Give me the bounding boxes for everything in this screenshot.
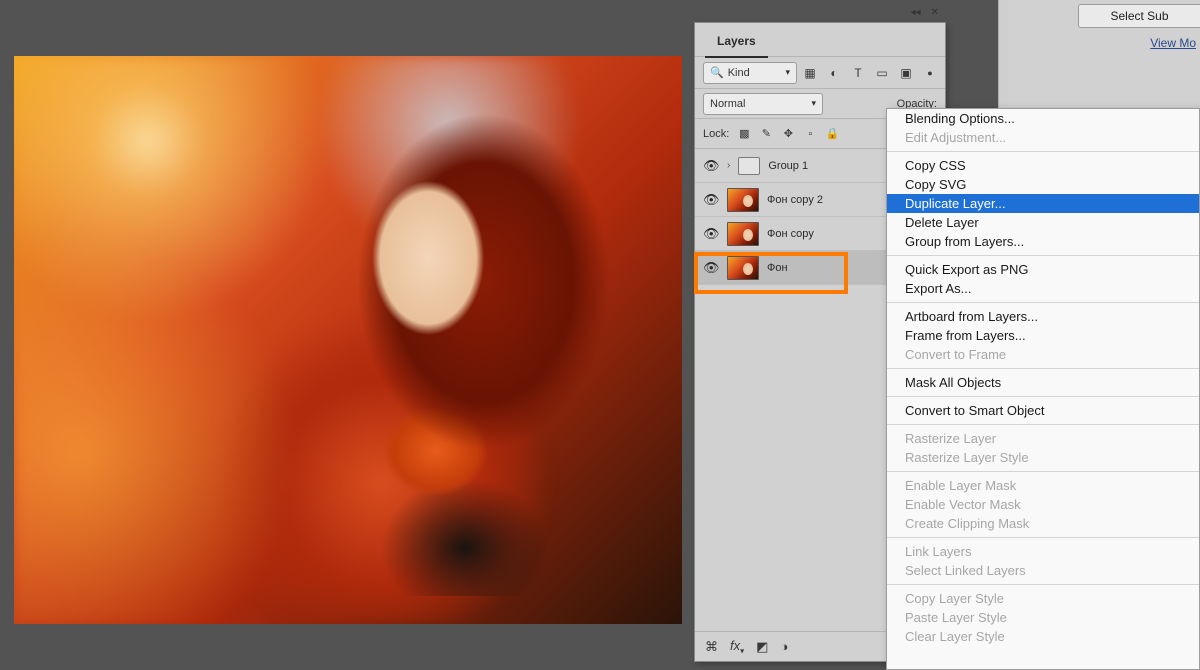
menu-item: Rasterize Layer [887, 429, 1199, 448]
menu-item: Enable Vector Mask [887, 495, 1199, 514]
chevron-down-icon: ▾ [811, 98, 816, 109]
lock-artboard-icon[interactable]: ▫ [803, 127, 817, 141]
menu-item[interactable]: Duplicate Layer... [887, 194, 1199, 213]
filter-kind-label: Kind [728, 67, 750, 79]
menu-separator [887, 584, 1199, 585]
menu-item: Clear Layer Style [887, 627, 1199, 646]
menu-item: Convert to Frame [887, 345, 1199, 364]
menu-separator [887, 255, 1199, 256]
filter-toggle-icon[interactable]: ● [923, 66, 937, 80]
collapse-icon[interactable]: ◂◂ [911, 7, 921, 18]
search-icon: 🔍 [710, 66, 724, 79]
layer-name[interactable]: Group 1 [768, 160, 808, 172]
menu-item[interactable]: Frame from Layers... [887, 326, 1199, 345]
menu-item[interactable]: Delete Layer [887, 213, 1199, 232]
menu-item: Enable Layer Mask [887, 476, 1199, 495]
view-more-link[interactable]: View Mo [1150, 36, 1200, 50]
menu-item[interactable]: Quick Export as PNG [887, 260, 1199, 279]
menu-separator [887, 471, 1199, 472]
menu-separator [887, 368, 1199, 369]
menu-item[interactable]: Export As... [887, 279, 1199, 298]
menu-separator [887, 151, 1199, 152]
lock-brush-icon[interactable]: ✎ [759, 127, 773, 141]
layer-thumbnail[interactable] [727, 222, 759, 246]
menu-separator [887, 424, 1199, 425]
menu-item: Select Linked Layers [887, 561, 1199, 580]
menu-separator [887, 537, 1199, 538]
filter-type-icon[interactable]: T [851, 66, 865, 80]
filter-pixel-icon[interactable]: ▦ [803, 66, 817, 80]
canvas-image [281, 113, 648, 596]
menu-item[interactable]: Copy CSS [887, 156, 1199, 175]
left-edge [0, 0, 14, 670]
folder-icon [738, 157, 760, 175]
menu-item[interactable]: Copy SVG [887, 175, 1199, 194]
layer-name[interactable]: Фон copy [767, 228, 814, 240]
lock-transparency-icon[interactable]: ▩ [737, 127, 751, 141]
fx-icon[interactable]: fx▾ [730, 638, 744, 656]
blend-mode-select[interactable]: Normal ▾ [703, 93, 823, 115]
lock-label: Lock: [703, 128, 729, 140]
visibility-toggle[interactable]: 👁 [703, 158, 719, 174]
layer-context-menu: Blending Options...Edit Adjustment... Cop… [886, 108, 1200, 670]
menu-item[interactable]: Convert to Smart Object [887, 401, 1199, 420]
layer-filter-row: 🔍 Kind ▾ ▦ ◐ T ▭ ▣ ● [695, 57, 945, 89]
filter-shape-icon[interactable]: ▭ [875, 66, 889, 80]
visibility-toggle[interactable]: 👁 [703, 226, 719, 242]
lock-all-icon[interactable]: 🔒 [825, 127, 839, 141]
layer-thumbnail[interactable] [727, 188, 759, 212]
mask-icon[interactable]: ◩ [756, 639, 768, 655]
tab-layers[interactable]: Layers [705, 28, 768, 58]
menu-item[interactable]: Artboard from Layers... [887, 307, 1199, 326]
filter-adjust-icon[interactable]: ◐ [827, 66, 841, 80]
menu-item[interactable]: Mask All Objects [887, 373, 1199, 392]
menu-item: Rasterize Layer Style [887, 448, 1199, 467]
menu-separator [887, 396, 1199, 397]
menu-item: Link Layers [887, 542, 1199, 561]
menu-separator [887, 302, 1199, 303]
layer-name[interactable]: Фон [767, 262, 788, 274]
select-subject-button[interactable]: Select Sub [1078, 4, 1200, 28]
panel-tabs: Layers [695, 23, 945, 57]
menu-item: Copy Layer Style [887, 589, 1199, 608]
menu-item: Paste Layer Style [887, 608, 1199, 627]
link-layers-icon[interactable]: ⌘ [705, 639, 718, 655]
menu-item[interactable]: Blending Options... [887, 109, 1199, 128]
visibility-toggle[interactable]: 👁 [703, 260, 719, 276]
close-icon[interactable]: ✕ [931, 7, 939, 18]
chevron-down-icon: ▾ [785, 67, 790, 78]
document-canvas[interactable] [14, 56, 682, 624]
visibility-toggle[interactable]: 👁 [703, 192, 719, 208]
blend-mode-value: Normal [710, 98, 745, 110]
expand-chevron-icon[interactable]: › [727, 160, 730, 171]
menu-item: Edit Adjustment... [887, 128, 1199, 147]
adjustment-icon[interactable]: ◑ [780, 639, 788, 654]
lock-position-icon[interactable]: ✥ [781, 127, 795, 141]
layer-name[interactable]: Фон copy 2 [767, 194, 823, 206]
menu-item[interactable]: Group from Layers... [887, 232, 1199, 251]
filter-smart-icon[interactable]: ▣ [899, 66, 913, 80]
layer-thumbnail[interactable] [727, 256, 759, 280]
menu-item: Create Clipping Mask [887, 514, 1199, 533]
filter-kind-select[interactable]: 🔍 Kind ▾ [703, 62, 797, 84]
